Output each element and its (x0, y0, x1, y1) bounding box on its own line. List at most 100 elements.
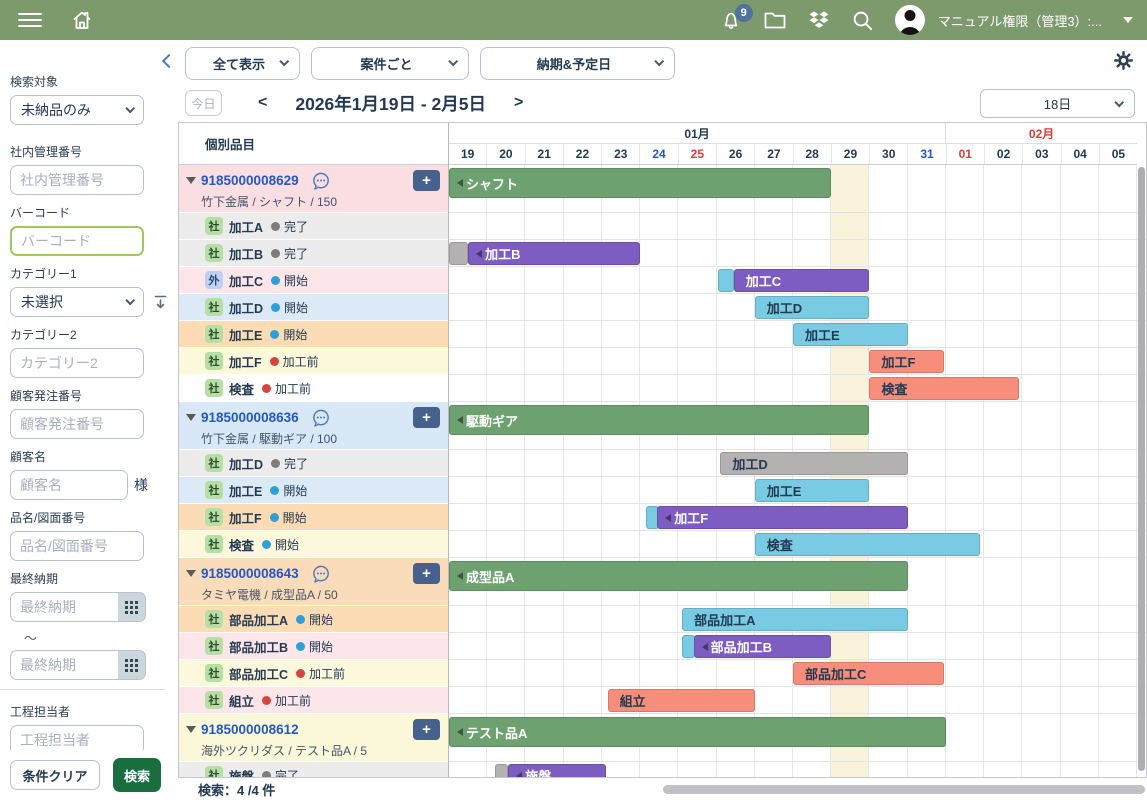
range-select[interactable]: 18日 (980, 89, 1135, 118)
chat-bubble-icon[interactable] (311, 408, 331, 428)
avatar[interactable] (895, 5, 925, 35)
process-row[interactable]: 社部品加工B開始 (179, 633, 448, 660)
today-button[interactable]: 今日 (185, 90, 222, 116)
menu-icon[interactable] (18, 13, 42, 27)
search-target-select[interactable]: 未納品のみ (10, 95, 144, 125)
gantt-bar[interactable]: 検査 (869, 377, 1018, 400)
search-button[interactable]: 検索 (113, 758, 161, 792)
gantt-bar[interactable] (449, 242, 468, 265)
due-date-from-input[interactable] (10, 592, 118, 622)
process-row[interactable]: 社加工D完了 (179, 450, 448, 477)
process-row[interactable]: 社検査開始 (179, 531, 448, 558)
calendar-grid-icon[interactable] (118, 650, 146, 680)
due-date-to-input[interactable] (10, 650, 118, 680)
vertical-scrollbar[interactable] (1138, 167, 1145, 771)
notifications-bell-icon[interactable]: 9 (720, 9, 742, 31)
gantt-bar[interactable]: 部品加工A (682, 608, 908, 631)
filter-button-3[interactable]: 納期&予定日 (480, 47, 675, 80)
process-row[interactable]: 社加工D開始 (179, 294, 448, 321)
item-group-header[interactable]: 9185000008629+竹下金属 / シャフト / 150 (179, 165, 448, 213)
folder-icon[interactable] (763, 9, 787, 31)
gantt-bar[interactable]: 加工F (657, 506, 907, 529)
bar-label: 部品加工B (711, 637, 772, 656)
add-process-button[interactable]: + (413, 407, 440, 428)
chevron-down-icon (448, 56, 458, 66)
process-row[interactable]: 外加工C開始 (179, 267, 448, 294)
chat-bubble-icon[interactable] (311, 564, 331, 584)
gantt-bar[interactable]: 加工E (755, 479, 870, 502)
process-row[interactable]: 社加工E開始 (179, 321, 448, 348)
department-badge: 社 (205, 766, 223, 777)
chat-bubble-icon[interactable] (311, 171, 331, 191)
dropbox-icon[interactable] (808, 9, 830, 31)
item-group-header[interactable]: 9185000008643+タミヤ電機 / 成型品A / 50 (179, 558, 448, 606)
filter-button-2[interactable]: 案件ごと (311, 47, 469, 80)
gantt-bar[interactable]: 施盤 (508, 764, 605, 777)
process-name: 加工F (229, 508, 262, 527)
user-menu-caret-icon[interactable] (1123, 17, 1133, 23)
collapse-triangle-icon[interactable] (186, 414, 196, 421)
gantt-bar[interactable] (718, 269, 733, 292)
process-row[interactable]: 社検査加工前 (179, 375, 448, 402)
gantt-bar[interactable]: 加工C (734, 269, 870, 292)
app-root: 9 マニュアル権限（管理3）:... 検索対象未納品のみ社内管理番号バーコードカ… (0, 0, 1147, 800)
process-row[interactable]: 社加工A完了 (179, 213, 448, 240)
collapse-triangle-icon[interactable] (186, 177, 196, 184)
collapse-triangle-icon[interactable] (186, 570, 196, 577)
content: 検索対象未納品のみ社内管理番号バーコードカテゴリー1未選択カテゴリー2顧客発注番… (0, 40, 1147, 800)
item-drawing-number-input[interactable] (10, 531, 144, 561)
process-row[interactable]: 社加工E開始 (179, 477, 448, 504)
gantt-bar[interactable] (495, 764, 508, 777)
gantt-bar[interactable]: テスト品A (449, 717, 946, 747)
process-row[interactable]: 社組立加工前 (179, 687, 448, 714)
customer-name-input[interactable] (10, 470, 128, 500)
field-row: 未選択 (10, 287, 178, 317)
add-process-button[interactable]: + (413, 719, 440, 740)
process-row[interactable]: 社加工B完了 (179, 240, 448, 267)
item-number-link[interactable]: 9185000008629 (201, 173, 299, 188)
home-icon[interactable] (70, 8, 94, 32)
insert-down-icon[interactable] (153, 294, 168, 310)
process-row[interactable]: 社施盤完了 (179, 762, 448, 777)
gantt-bar[interactable]: 部品加工C (793, 662, 944, 685)
gantt-bar[interactable]: 加工E (793, 323, 908, 346)
internal-number-input[interactable] (10, 165, 144, 195)
search-icon[interactable] (851, 9, 874, 32)
clear-conditions-button[interactable]: 条件クリア (10, 760, 100, 790)
gantt-bar[interactable]: 成型品A (449, 561, 908, 591)
barcode-input[interactable] (10, 226, 144, 256)
gantt-bar[interactable]: 加工D (720, 452, 907, 475)
item-group-header[interactable]: 9185000008636+竹下金属 / 駆動ギア / 100 (179, 402, 448, 450)
item-number-link[interactable]: 9185000008636 (201, 410, 299, 425)
collapse-triangle-icon[interactable] (186, 726, 196, 733)
process-row[interactable]: 社部品加工C加工前 (179, 660, 448, 687)
item-number-link[interactable]: 9185000008612 (201, 722, 299, 737)
gantt-bar[interactable]: 組立 (608, 689, 755, 712)
process-row[interactable]: 社加工F開始 (179, 504, 448, 531)
settings-gear-icon[interactable] (1114, 51, 1133, 70)
add-process-button[interactable]: + (413, 563, 440, 584)
gantt-bar[interactable]: 加工B (468, 242, 640, 265)
prev-period-icon[interactable]: < (252, 94, 273, 112)
category2-input[interactable] (10, 348, 144, 378)
horizontal-scrollbar[interactable] (663, 785, 1145, 794)
next-period-icon[interactable]: > (508, 94, 529, 112)
customer-order-number-input[interactable] (10, 409, 144, 439)
gantt-bar[interactable]: 加工D (755, 296, 870, 319)
process-row[interactable]: 社部品加工A開始 (179, 606, 448, 633)
gantt-bar[interactable]: 検査 (755, 533, 981, 556)
category1-select[interactable]: 未選択 (10, 287, 144, 317)
process-name: 組立 (229, 691, 254, 710)
bar-label: 加工E (805, 325, 840, 344)
gantt-bar[interactable]: 駆動ギア (449, 405, 869, 435)
department-badge: 社 (205, 535, 223, 553)
process-row[interactable]: 社加工F加工前 (179, 348, 448, 375)
item-group-header[interactable]: 9185000008612+海外ツクリダス / テスト品A / 5 (179, 714, 448, 762)
add-process-button[interactable]: + (413, 170, 440, 191)
gantt-bar[interactable]: 部品加工B (694, 635, 832, 658)
gantt-bar[interactable]: シャフト (449, 168, 831, 198)
calendar-grid-icon[interactable] (118, 592, 146, 622)
item-number-link[interactable]: 9185000008643 (201, 566, 299, 581)
gantt-bar[interactable]: 加工F (869, 350, 944, 373)
filter-button-1[interactable]: 全て表示 (185, 47, 300, 80)
